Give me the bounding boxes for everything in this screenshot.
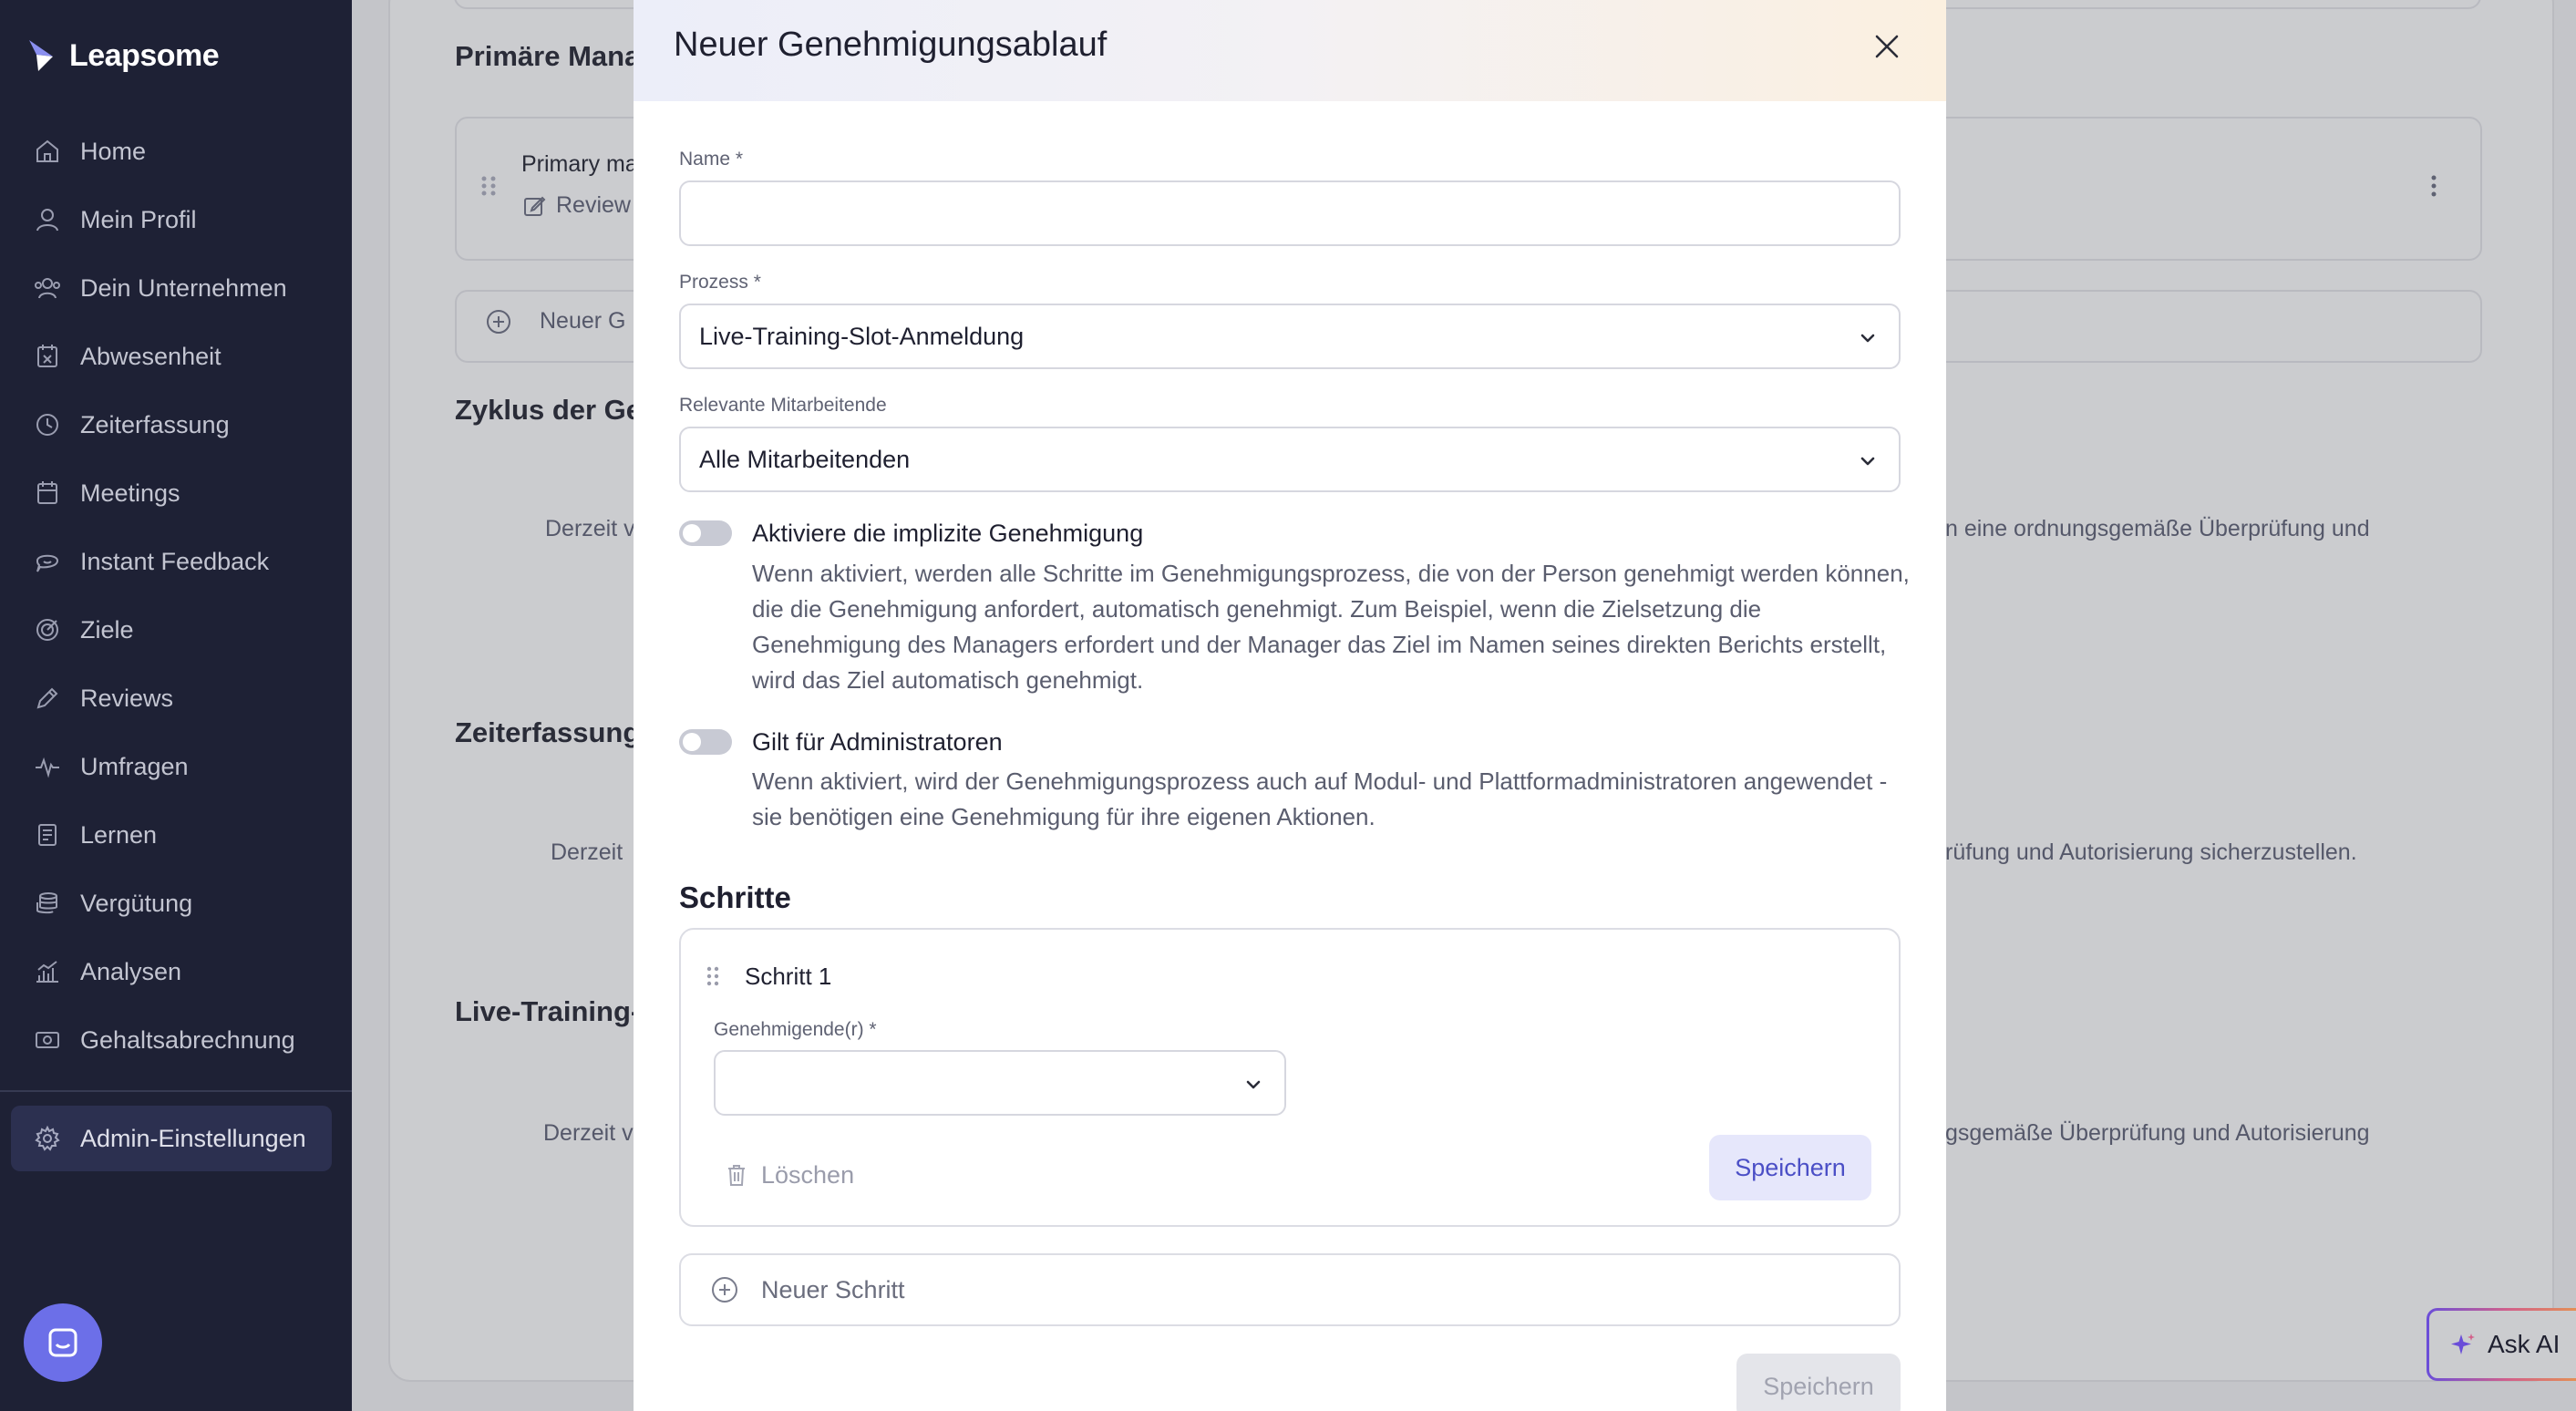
chat-bubble-icon	[48, 1328, 77, 1357]
save-step-button[interactable]: Speichern	[1709, 1135, 1871, 1200]
save-flow-button[interactable]: Speichern	[1736, 1354, 1901, 1411]
sidebar-item-profile[interactable]: Mein Profil	[0, 192, 352, 247]
plus-circle-icon	[712, 1277, 737, 1303]
edit-icon	[524, 196, 546, 216]
coins-icon	[36, 892, 57, 914]
sidebar-item-home[interactable]: Home	[0, 124, 352, 179]
pencil-icon	[36, 687, 58, 709]
sidebar-item-time-tracking[interactable]: Zeiterfassung	[0, 397, 352, 452]
calendar-icon	[37, 481, 57, 504]
sidebar-divider	[0, 1090, 352, 1092]
sidebar-item-goals[interactable]: Ziele	[0, 603, 352, 657]
name-input[interactable]	[679, 180, 1901, 246]
clock-icon	[36, 414, 58, 436]
name-label: Name *	[679, 149, 744, 170]
plus-circle-icon	[487, 310, 510, 334]
new-step-button[interactable]: Neuer Schritt	[679, 1253, 1901, 1326]
trash-icon	[728, 1165, 745, 1186]
ask-ai-label: Ask AI	[2488, 1330, 2561, 1358]
section-cycle-empty-text: Derzeit v	[545, 516, 635, 541]
chevron-down-icon	[1860, 334, 1875, 343]
implicit-approval-toggle[interactable]	[679, 520, 732, 546]
sidebar: Leapsome Home Mein Profil Dein Unternehm…	[0, 0, 352, 1411]
new-step-label: Neuer Schritt	[761, 1275, 905, 1303]
step-card: Schritt 1 Genehmigende(r) * Löschen Spei…	[679, 928, 1901, 1227]
employees-select-value: Alle Mitarbeitenden	[699, 445, 911, 473]
ask-ai-inner: Ask AI	[2429, 1311, 2576, 1378]
flow-name: Primary ma	[521, 151, 638, 177]
admins-toggle-description: Wenn aktiviert, wird der Genehmigungspro…	[752, 767, 1888, 830]
admins-toggle[interactable]	[679, 729, 732, 755]
section-primary-manager-title: Primäre Mana	[455, 40, 641, 72]
sidebar-item-payroll[interactable]: Gehaltsabrechnung	[0, 1013, 352, 1067]
brand-name: Leapsome	[69, 37, 220, 73]
approver-select[interactable]	[714, 1050, 1286, 1116]
employees-label: Relevante Mitarbeitende	[679, 395, 887, 416]
section-cycle-title: Zyklus der Ge	[455, 394, 643, 426]
implicit-approval-title: Aktiviere die implizite Genehmigung	[752, 520, 1144, 547]
section-time-tracking-empty-text-right: rüfung und Autorisierung sicherzustellen…	[1945, 839, 2357, 865]
sidebar-item-analytics[interactable]: Analysen	[0, 944, 352, 999]
sidebar-item-admin-settings[interactable]: Admin-Einstellungen	[11, 1106, 332, 1171]
implicit-approval-description: Wenn aktiviert, werden alle Schritte im …	[752, 560, 1910, 694]
sidebar-item-reviews[interactable]: Reviews	[0, 671, 352, 726]
sidebar-item-surveys[interactable]: Umfragen	[0, 739, 352, 794]
drag-handle-icon[interactable]	[705, 964, 721, 988]
sidebar-item-learning[interactable]: Lernen	[0, 808, 352, 862]
approver-label: Genehmigende(r) *	[714, 1019, 877, 1040]
pulse-icon	[36, 757, 59, 778]
sidebar-item-company[interactable]: Dein Unternehmen	[0, 261, 352, 315]
drag-handle-icon[interactable]	[478, 173, 500, 199]
calendar-x-icon	[37, 345, 57, 367]
home-icon	[36, 139, 58, 162]
money-icon	[36, 1032, 59, 1048]
modal-header: Neuer Genehmigungsablauf	[634, 0, 1946, 101]
steps-title: Schritte	[679, 881, 791, 914]
modal-title: Neuer Genehmigungsablauf	[674, 26, 1108, 64]
ask-ai-button[interactable]: Ask AI	[2427, 1308, 2576, 1381]
section-cycle-empty-text-right: n eine ordnungsgemäße Überprüfung und	[1945, 516, 2370, 541]
book-icon	[38, 824, 57, 846]
chevron-down-icon	[1860, 457, 1875, 466]
section-live-training-empty-text-right: gsgemäße Überprüfung und Autorisierung	[1945, 1120, 2370, 1146]
chart-icon	[36, 961, 58, 983]
close-button[interactable]	[1866, 26, 1908, 67]
process-select-value: Live-Training-Slot-Anmeldung	[699, 322, 1025, 350]
section-live-training-empty-text: Derzeit v	[543, 1120, 634, 1146]
target-icon	[36, 619, 58, 641]
sidebar-item-compensation[interactable]: Vergütung	[0, 876, 352, 931]
flow-subtitle: Review	[556, 192, 631, 218]
leapsome-logo-icon	[29, 40, 53, 71]
chevron-down-icon	[1246, 1080, 1261, 1089]
gear-icon	[35, 1125, 60, 1151]
section-time-tracking-empty-text: Derzeit	[551, 839, 623, 865]
delete-step-label: Löschen	[761, 1160, 855, 1189]
process-select[interactable]: Live-Training-Slot-Anmeldung	[679, 304, 1901, 369]
user-icon	[36, 209, 58, 232]
step-title: Schritt 1	[745, 963, 832, 990]
sidebar-item-absence[interactable]: Abwesenheit	[0, 329, 352, 384]
chat-icon	[36, 554, 59, 572]
brand-logo[interactable]: Leapsome	[26, 36, 220, 75]
users-icon	[35, 278, 60, 299]
close-icon	[1875, 35, 1899, 58]
more-options-icon[interactable]	[2428, 173, 2439, 199]
section-time-tracking-title: Zeiterfassung	[455, 716, 641, 748]
sidebar-item-meetings[interactable]: Meetings	[0, 466, 352, 520]
approval-flow-modal: Neuer Genehmigungsablauf Name * Prozess …	[634, 0, 1946, 1411]
sparkle-icon	[2451, 1334, 2475, 1354]
employees-select[interactable]: Alle Mitarbeitenden	[679, 427, 1901, 492]
section-live-training-title: Live-Training-	[455, 995, 641, 1027]
admins-toggle-title: Gilt für Administratoren	[752, 728, 1003, 756]
delete-step-button[interactable]: Löschen	[723, 1150, 854, 1200]
support-chat-button[interactable]	[24, 1303, 102, 1382]
new-flow-label: Neuer G	[540, 308, 626, 334]
sidebar-item-instant-feedback[interactable]: Instant Feedback	[0, 534, 352, 589]
process-label: Prozess *	[679, 272, 761, 293]
